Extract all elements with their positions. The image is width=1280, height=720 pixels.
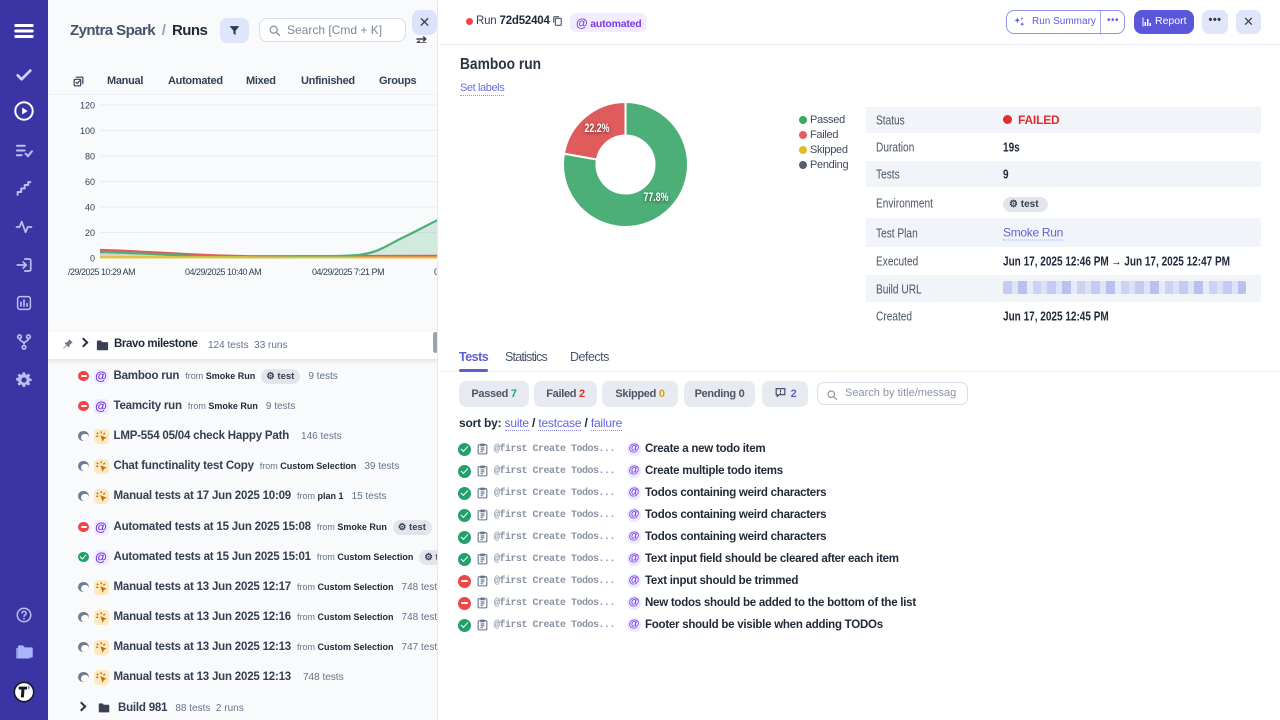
svg-text:40: 40 bbox=[85, 203, 95, 213]
svg-text:60: 60 bbox=[85, 177, 95, 187]
svg-text:120: 120 bbox=[80, 101, 95, 111]
svg-text:22.2%: 22.2% bbox=[585, 121, 610, 135]
svg-text:04/29/2025 7:21 PM: 04/29/2025 7:21 PM bbox=[312, 267, 384, 277]
svg-text:20: 20 bbox=[85, 228, 95, 238]
svg-text:0: 0 bbox=[90, 254, 95, 264]
svg-text:77.8%: 77.8% bbox=[644, 190, 669, 204]
svg-text:100: 100 bbox=[80, 126, 95, 136]
svg-text:80: 80 bbox=[85, 152, 95, 162]
svg-text:04/29/2025 10:40 AM: 04/29/2025 10:40 AM bbox=[185, 267, 261, 277]
svg-text:/29/2025 10:29 AM: /29/2025 10:29 AM bbox=[68, 267, 135, 277]
svg-text:0: 0 bbox=[434, 267, 438, 277]
